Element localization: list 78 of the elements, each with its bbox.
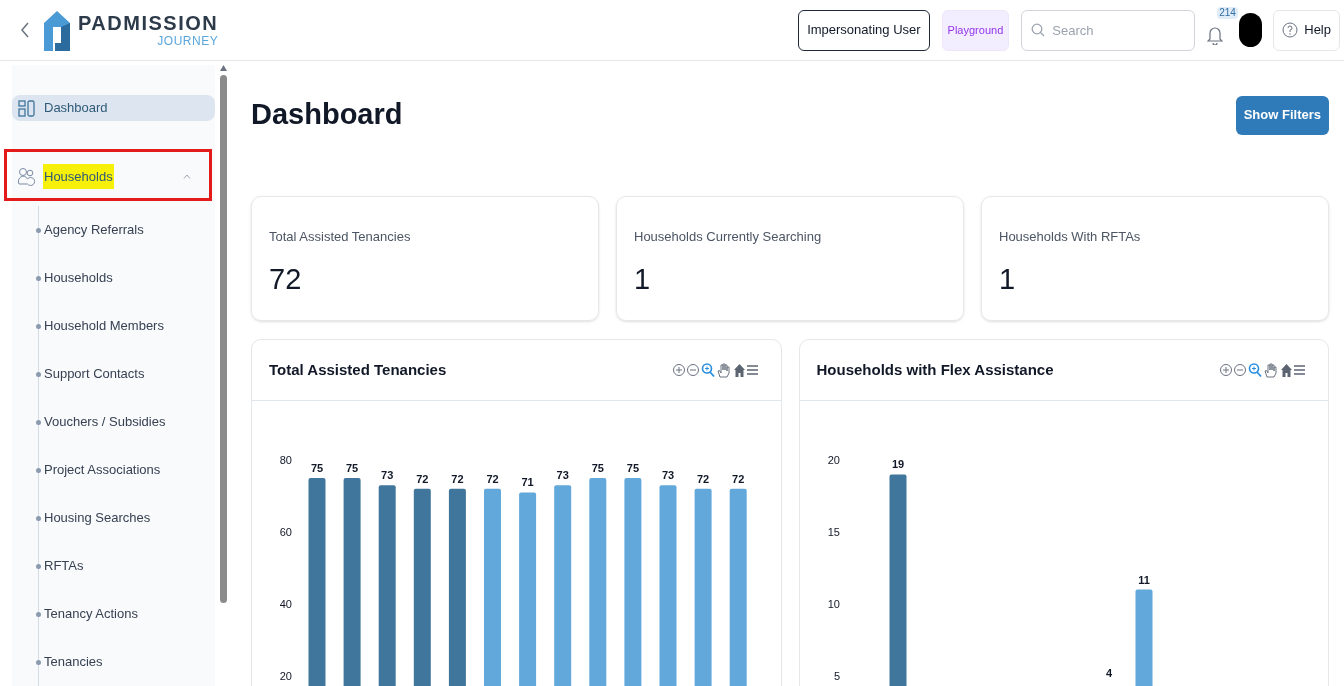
bar-value-label: 75 (346, 462, 359, 474)
sidebar-item[interactable]: Dashboard (12, 95, 215, 121)
bar-value-label: 75 (591, 462, 604, 474)
magnifier-icon[interactable] (1248, 363, 1262, 378)
axis-tick-label: 60 (279, 526, 292, 538)
back-icon[interactable] (20, 21, 30, 39)
sidebar-subitem[interactable]: Support Contacts (44, 364, 145, 384)
bar-value-label: 72 (486, 472, 499, 485)
bar-value-label: 71 (521, 476, 534, 489)
bar-value-label: 73 (556, 469, 569, 482)
axis-tick-label: 20 (827, 454, 840, 466)
sidebar-subitem[interactable]: Housing Searches (44, 508, 151, 528)
people-icon (18, 167, 35, 186)
show-filters-button[interactable]: Show Filters (1235, 95, 1329, 135)
zoom-in-icon[interactable] (672, 364, 685, 376)
page-title: Dashboard (251, 97, 403, 133)
sidebar-subitem[interactable]: Agency Referrals (44, 220, 144, 240)
menu-icon[interactable] (745, 365, 759, 375)
bell-icon[interactable] (1207, 25, 1224, 45)
sidebar-item-label: Households (43, 163, 114, 190)
stat-label: Households With RFTAs (999, 228, 1141, 246)
sidebar-subitem[interactable]: Tenancies (44, 652, 103, 672)
sidebar-subitem[interactable]: Tenancy Actions (44, 604, 138, 624)
menu-icon[interactable] (1293, 365, 1306, 375)
stat-label: Households Currently Searching (634, 228, 822, 246)
chart-title: Households with Flex Assistance (816, 359, 1054, 380)
axis-tick-label: 10 (827, 598, 840, 610)
environment-badge: Playground (941, 9, 1010, 51)
axis-tick-label: 5 (833, 670, 840, 682)
axis-tick-label: 15 (827, 526, 840, 538)
sidebar-subitem[interactable]: RFTAs (44, 556, 84, 576)
sidebar-subitem[interactable]: Vouchers / Subsidies (44, 412, 166, 432)
sidebar-subitem[interactable]: Household Members (44, 316, 164, 336)
bar-value-label: 4 (1105, 667, 1112, 679)
magnifier-icon[interactable] (701, 363, 715, 378)
axis-tick-label: 80 (279, 454, 292, 466)
bar-value-label: 72 (696, 472, 710, 485)
bar-value-label: 72 (451, 472, 464, 485)
bar-value-label: 73 (381, 469, 394, 482)
hand-icon[interactable] (1264, 363, 1277, 378)
stat-value: 1 (999, 261, 1016, 297)
axis-tick-label: 40 (279, 598, 292, 610)
bar-value-label: 72 (416, 472, 429, 485)
bar-value-label: 11 (1137, 573, 1150, 586)
stat-value: 1 (634, 261, 651, 297)
chart-title: Total Assisted Tenancies (269, 359, 447, 380)
dashboard-icon (18, 99, 35, 117)
user-avatar[interactable] (1239, 13, 1263, 47)
brand-subtitle: JOURNEY (157, 35, 219, 47)
chevron-up-icon[interactable] (183, 174, 191, 179)
bar-value-label: 73 (661, 469, 675, 482)
notification-count-badge: 214 (1217, 7, 1238, 19)
brand-name: PADMISSION (78, 13, 219, 33)
sidebar-item[interactable]: Households (12, 155, 205, 198)
search-icon (1031, 23, 1046, 37)
impersonating-user-button[interactable]: Impersonating User (798, 9, 930, 51)
bar-value-label: 19 (891, 458, 904, 471)
scroll-up-icon[interactable] (220, 65, 227, 71)
home-icon[interactable] (733, 364, 745, 377)
help-button[interactable]: Help (1273, 9, 1340, 51)
search-field[interactable]: Search (1021, 9, 1196, 51)
bar-value-label: 72 (732, 472, 745, 485)
home-icon[interactable] (1281, 364, 1292, 377)
sidebar-subitem[interactable]: Project Associations (44, 460, 161, 480)
hand-icon[interactable] (717, 363, 729, 378)
zoom-in-icon[interactable] (1220, 364, 1232, 376)
sidebar-item-label: Dashboard (43, 99, 109, 118)
zoom-out-icon[interactable] (686, 364, 699, 376)
sidebar-subitem[interactable]: Households (44, 268, 113, 288)
bar-value-label: 75 (310, 462, 324, 474)
bar-value-label: 75 (626, 462, 640, 474)
logo-icon (44, 9, 70, 51)
zoom-out-icon[interactable] (1234, 364, 1246, 376)
scrollbar-thumb[interactable] (220, 75, 227, 603)
stat-value: 72 (269, 261, 302, 297)
axis-tick-label: 20 (279, 670, 292, 682)
help-icon (1282, 22, 1299, 38)
stat-label: Total Assisted Tenancies (269, 228, 411, 246)
